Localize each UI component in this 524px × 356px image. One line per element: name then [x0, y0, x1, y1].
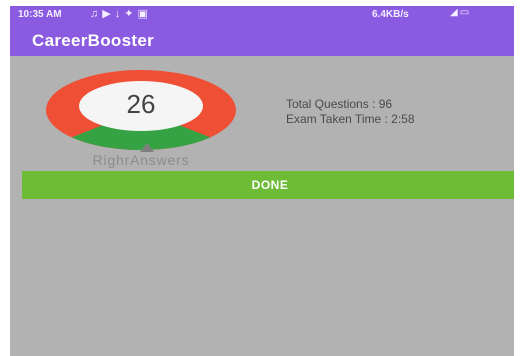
battery-icon: ▭ — [459, 7, 472, 18]
score-caption: RighrAnswers — [92, 152, 190, 168]
status-bar: 10:35 AM ♫▶↓✦▣ 6.4KB/s ◢▭ — [10, 6, 514, 22]
app-bar: 10:35 AM ♫▶↓✦▣ 6.4KB/s ◢▭ CareerBooster — [10, 6, 514, 56]
notification-icons: ♫▶↓✦▣ — [90, 7, 152, 20]
download-icon: ↓ — [114, 8, 125, 20]
done-button[interactable]: DONE — [22, 171, 514, 199]
exam-taken-time: Exam Taken Time : 2:58 — [286, 112, 415, 126]
system-icons: ◢▭ — [450, 7, 471, 18]
tiktok-icon: ♫ — [90, 8, 103, 20]
signal-icon: ◢ — [450, 7, 460, 18]
score-value: 26 — [126, 89, 156, 119]
app-icon: ✦ — [124, 8, 138, 20]
status-time: 10:35 AM — [18, 9, 62, 20]
total-questions: Total Questions : 96 — [286, 97, 393, 111]
network-speed: 6.4KB/s — [372, 9, 409, 20]
send-icon: ▶ — [102, 8, 115, 20]
bag-icon: ▣ — [137, 8, 152, 20]
exam-stats: Total Questions : 96 Exam Taken Time : 2… — [286, 97, 415, 127]
page-title: CareerBooster — [32, 31, 155, 50]
app-screen: 10:35 AM ♫▶↓✦▣ 6.4KB/s ◢▭ CareerBooster … — [10, 6, 514, 356]
caret-up-icon — [140, 143, 154, 152]
